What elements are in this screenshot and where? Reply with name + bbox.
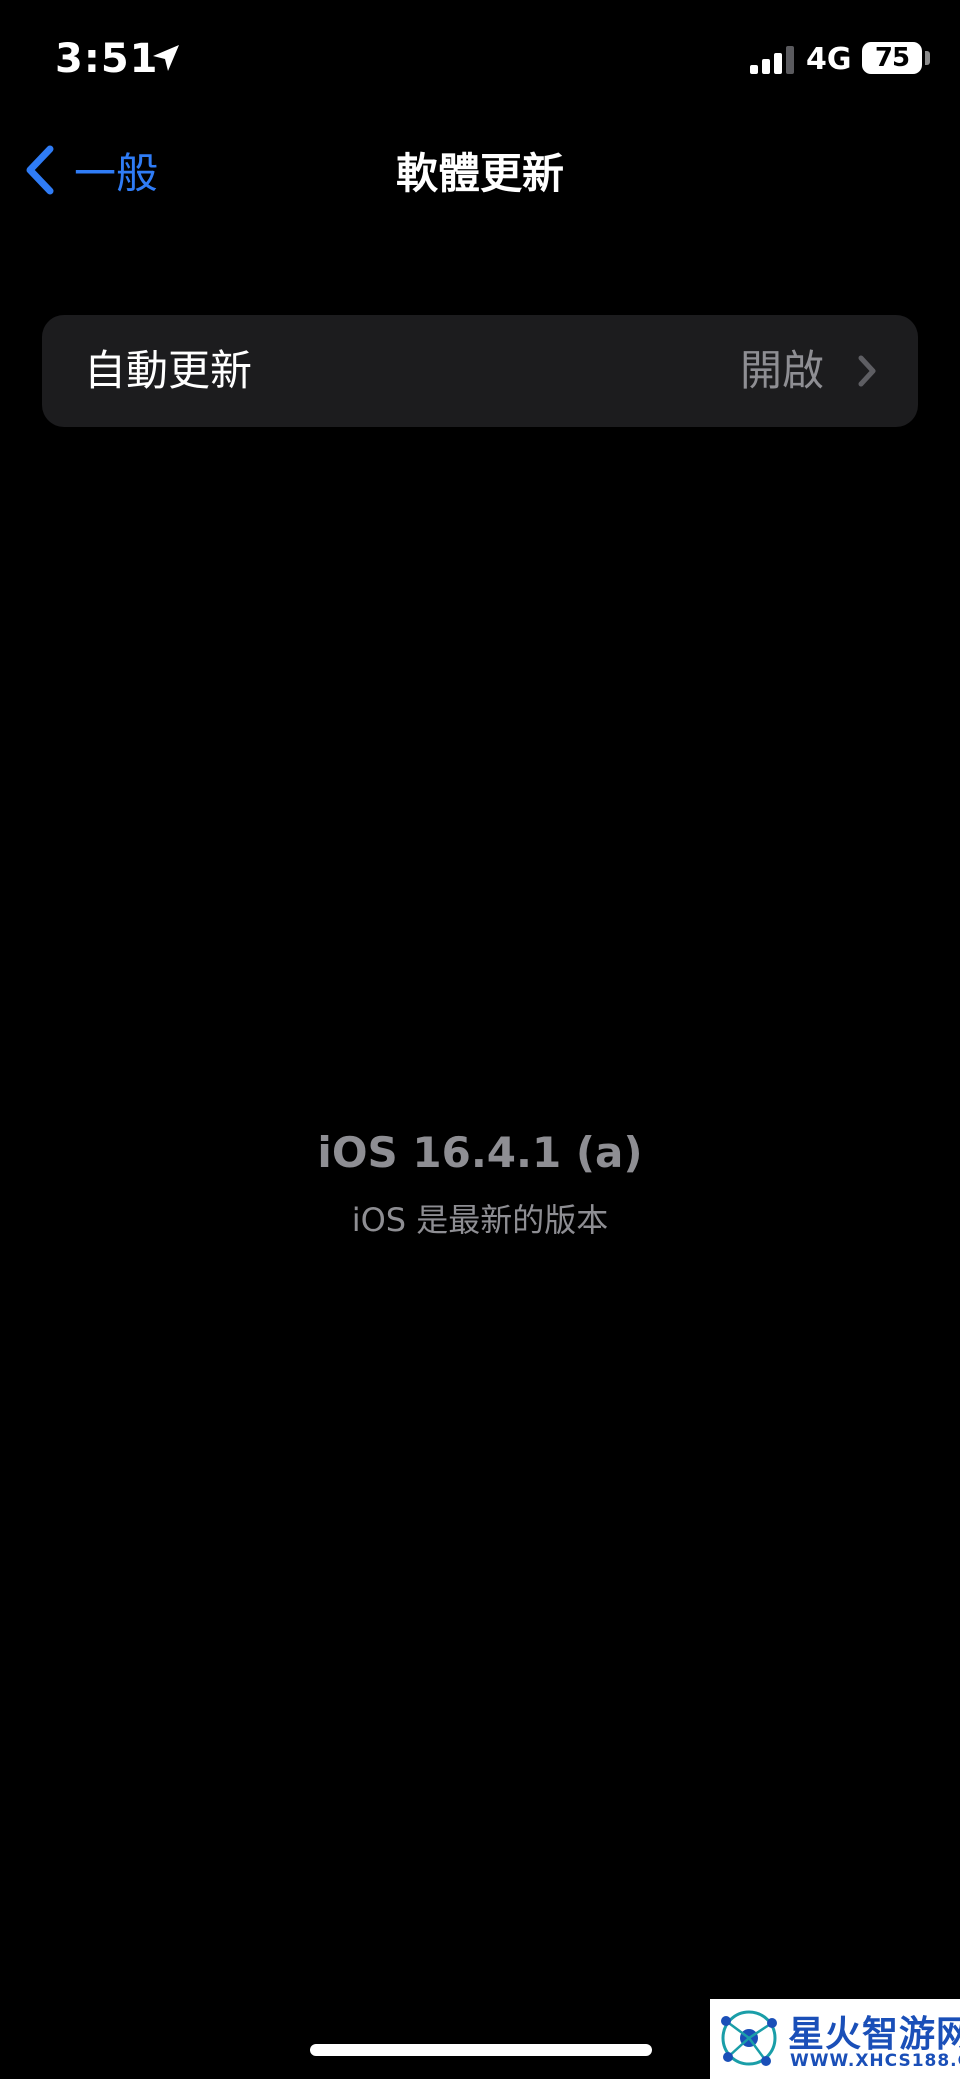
version-status: iOS 是最新的版本	[351, 1201, 609, 1239]
watermark-url: WWW.XHCS188.COM	[790, 2051, 960, 2071]
auto-update-label: 自動更新	[84, 346, 253, 395]
network-logo-icon	[721, 2010, 777, 2066]
version-info: iOS 16.4.1 (a) iOS 是最新的版本	[0, 1128, 960, 1241]
page-title: 軟體更新	[395, 149, 564, 198]
location-arrow-icon	[153, 45, 179, 71]
auto-update-row[interactable]: 自動更新 開啟	[42, 315, 918, 427]
status-bar: 3:51 4G 75	[0, 0, 960, 120]
battery-indicator: 75	[862, 42, 922, 74]
auto-update-value: 開啟	[739, 346, 824, 395]
home-indicator[interactable]	[310, 2044, 652, 2056]
battery-cap	[925, 51, 930, 65]
network-type: 4G	[806, 42, 852, 77]
watermark-name: 星火智游网	[788, 2014, 960, 2055]
settings-group: 自動更新 開啟	[42, 315, 918, 427]
status-time: 3:51	[55, 36, 159, 82]
watermark: 星火智游网 WWW.XHCS188.COM	[710, 1999, 960, 2079]
cellular-signal-icon	[750, 46, 794, 74]
chevron-right-icon	[858, 355, 876, 387]
version-title: iOS 16.4.1 (a)	[317, 1128, 643, 1177]
